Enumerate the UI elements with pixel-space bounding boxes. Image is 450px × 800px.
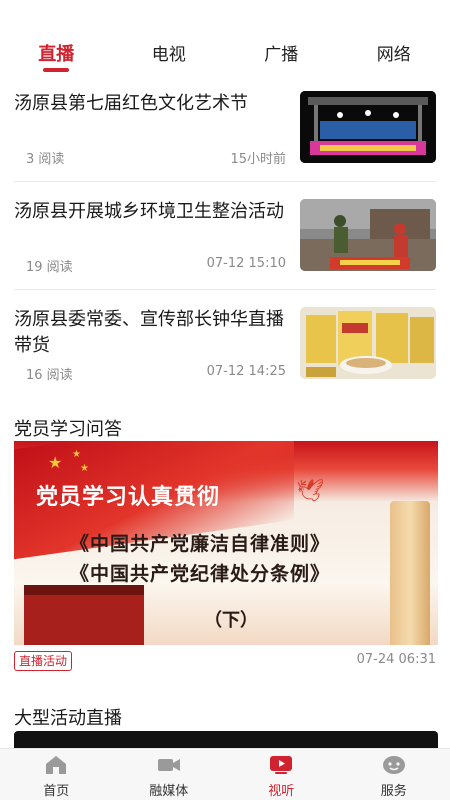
- section-title: 大型活动直播: [14, 708, 122, 729]
- divider: [14, 289, 436, 290]
- banner-line-1: 《中国共产党廉洁自律准则》: [70, 533, 331, 555]
- divider: [14, 181, 436, 182]
- nav-label: 视听: [268, 784, 295, 799]
- top-tab-bar: 直播 电视 广播 网络: [0, 0, 450, 86]
- bottom-nav: 首页 融媒体 视听 服务: [0, 748, 450, 800]
- nav-label: 首页: [43, 784, 70, 799]
- nav-home[interactable]: 首页: [0, 749, 113, 800]
- news-title: 汤原县委常委、宣传部长钟华直播带货: [14, 309, 284, 356]
- nav-audio-video[interactable]: 视听: [225, 749, 338, 800]
- publish-time: 07-12 14:25: [206, 364, 286, 379]
- nav-service[interactable]: 服务: [338, 749, 450, 800]
- video-camera-icon: [157, 759, 180, 771]
- read-count: 19 阅读: [26, 260, 73, 275]
- news-title: 汤原县第七届红色文化艺术节: [14, 93, 248, 114]
- star-icon: ★: [48, 453, 63, 472]
- dove-icon: 🕊: [296, 479, 324, 504]
- nav-label: 服务: [380, 784, 407, 799]
- news-thumbnail: [300, 307, 436, 379]
- tab-tv-label: 电视: [151, 45, 186, 65]
- service-icon: [382, 756, 405, 774]
- home-icon: [46, 756, 67, 774]
- live-event-tag: 直播活动: [14, 651, 73, 671]
- read-count: 3 阅读: [26, 152, 65, 167]
- star-icon: ★: [80, 463, 89, 474]
- play-tv-icon: [270, 756, 293, 774]
- news-thumbnail: [300, 199, 436, 271]
- news-item[interactable]: 汤原县第七届红色文化艺术节 3 阅读 15小时前: [14, 91, 436, 199]
- banner-part: （下）: [204, 610, 258, 631]
- tab-live[interactable]: 直播: [0, 0, 113, 86]
- banner-line-2: 《中国共产党纪律处分条例》: [70, 563, 331, 585]
- tab-tv[interactable]: 电视: [113, 0, 226, 86]
- tab-radio[interactable]: 广播: [225, 0, 338, 86]
- tab-network[interactable]: 网络: [338, 0, 450, 86]
- news-item[interactable]: 汤原县开展城乡环境卫生整治活动 19 阅读 07-12 15:10: [14, 199, 436, 307]
- read-count: 16 阅读: [26, 368, 73, 383]
- tab-radio-label: 广播: [264, 45, 299, 65]
- active-tab-indicator: [43, 68, 70, 72]
- news-item[interactable]: 汤原县委常委、宣传部长钟华直播带货 16 阅读 07-12 14:25: [14, 307, 436, 415]
- publish-time: 07-24 06:31: [356, 652, 436, 667]
- banner-headline: 党员学习认真贯彻: [36, 484, 221, 510]
- tab-network-label: 网络: [376, 45, 411, 65]
- banner-study-qa[interactable]: ★ ★ ★ 🕊 党员学习认真贯彻 《中国共产党廉洁自律准则》 《中国共产党纪律处…: [14, 441, 438, 645]
- gate-decoration: [24, 585, 144, 645]
- news-title: 汤原县开展城乡环境卫生整治活动: [14, 201, 284, 222]
- nav-label: 融媒体: [149, 784, 189, 799]
- star-icon: ★: [72, 449, 81, 460]
- tab-live-label: 直播: [38, 44, 75, 65]
- publish-time: 07-12 15:10: [206, 256, 286, 271]
- section-title: 党员学习问答: [14, 419, 122, 440]
- news-thumbnail: [300, 91, 436, 163]
- nav-media[interactable]: 融媒体: [113, 749, 226, 800]
- pillar-decoration: [390, 501, 430, 645]
- publish-time: 15小时前: [230, 152, 286, 167]
